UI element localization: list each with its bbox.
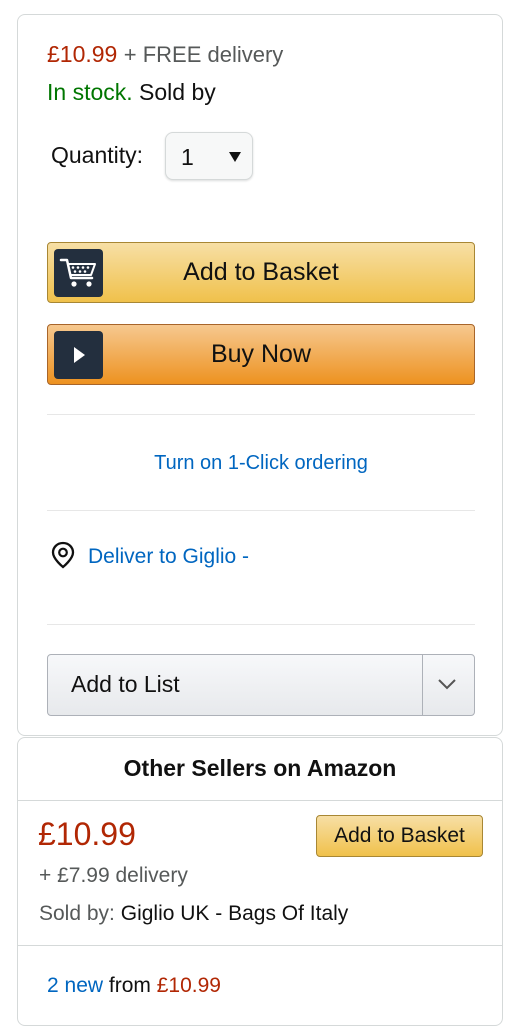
seller-name: Giglio UK - Bags Of Italy bbox=[120, 902, 349, 925]
divider bbox=[47, 624, 475, 625]
new-offers-line: 2 new from £10.99 bbox=[47, 974, 221, 998]
buy-now-label: Buy Now bbox=[210, 340, 312, 368]
quantity-select[interactable]: 1 bbox=[165, 132, 253, 180]
stock-line: In stock. Sold by bbox=[47, 79, 216, 106]
add-to-basket-button[interactable]: Add to Basket bbox=[47, 242, 475, 303]
one-click-link[interactable]: Turn on 1-Click ordering bbox=[47, 452, 475, 475]
sold-by-label: Sold by: bbox=[39, 902, 115, 925]
offer-delivery: + £7.99 delivery bbox=[39, 864, 188, 887]
delivery-text: + FREE delivery bbox=[123, 42, 284, 67]
divider bbox=[18, 800, 502, 801]
from-label: from bbox=[108, 974, 151, 997]
stock-status: In stock. bbox=[47, 79, 133, 105]
divider bbox=[47, 510, 475, 511]
price: £10.99 bbox=[47, 41, 118, 67]
offer-price: £10.99 bbox=[38, 816, 136, 852]
button-divider bbox=[422, 655, 423, 715]
buy-now-button[interactable]: Buy Now bbox=[47, 324, 475, 385]
from-price: £10.99 bbox=[156, 974, 221, 997]
divider bbox=[18, 945, 502, 946]
sold-by-label: Sold by bbox=[139, 79, 216, 105]
dropdown-arrow-icon bbox=[228, 150, 242, 168]
add-to-list-button[interactable]: Add to List bbox=[47, 654, 475, 716]
other-sellers-heading: Other Sellers on Amazon bbox=[123, 755, 397, 781]
add-to-list-label: Add to List bbox=[71, 671, 180, 697]
divider bbox=[47, 414, 475, 415]
quantity-label: Quantity: bbox=[51, 142, 144, 168]
price-line: £10.99 + FREE delivery bbox=[47, 41, 283, 68]
offer-seller-line: Sold by: Giglio UK - Bags Of Italy bbox=[39, 902, 348, 926]
quantity-value: 1 bbox=[181, 144, 194, 170]
chevron-down-icon[interactable] bbox=[437, 677, 457, 696]
add-to-basket-label: Add to Basket bbox=[183, 258, 339, 286]
location-pin-icon bbox=[50, 541, 76, 574]
deliver-to-link[interactable]: Deliver to Giglio - bbox=[88, 545, 249, 569]
offer-add-to-basket-button[interactable]: Add to Basket bbox=[316, 815, 483, 857]
new-offers-link[interactable]: 2 new bbox=[47, 974, 103, 997]
